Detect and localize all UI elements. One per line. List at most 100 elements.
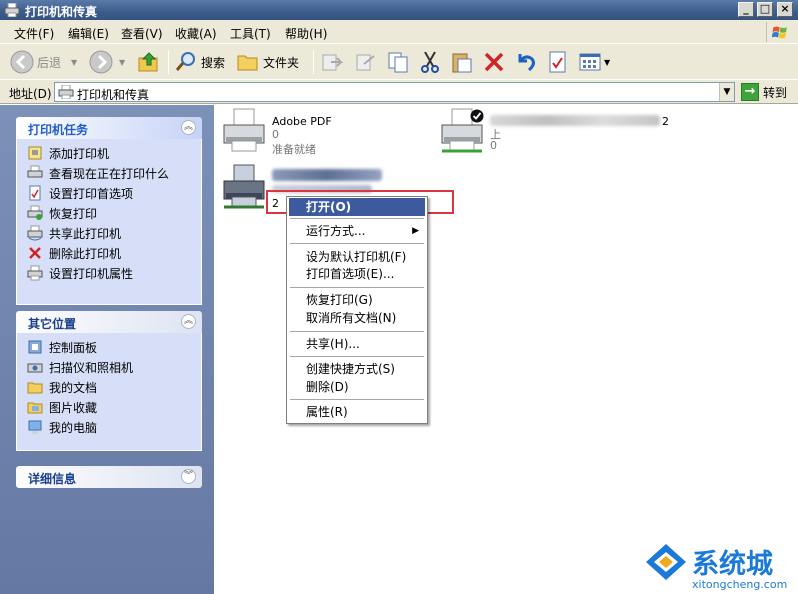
search-icon xyxy=(175,52,195,71)
my-documents-icon xyxy=(27,382,43,394)
up-folder-icon xyxy=(138,52,158,72)
watermark-brand: 系统城 xyxy=(692,549,773,580)
menu-printing-preferences[interactable]: 打印首选项(E)... xyxy=(289,265,425,283)
details-header[interactable]: 详细信息 ︾ xyxy=(16,466,202,488)
copy-to-button[interactable] xyxy=(354,48,378,76)
details-panel: 详细信息 ︾ xyxy=(16,466,202,488)
share-printer-icon xyxy=(27,225,43,241)
forward-dropdown-icon[interactable]: ▼ xyxy=(119,58,125,67)
folder-icon xyxy=(237,55,258,71)
menu-help[interactable]: 帮助(H) xyxy=(285,25,327,42)
printer-folder-icon xyxy=(58,85,74,99)
menu-favorites[interactable]: 收藏(A) xyxy=(175,25,217,42)
cut-icon xyxy=(421,51,439,73)
menu-delete[interactable]: 删除(D) xyxy=(289,378,425,396)
task-printing-preferences[interactable]: 设置打印首选项 xyxy=(17,183,201,203)
search-button[interactable]: 搜索 xyxy=(174,48,225,76)
printer-icon xyxy=(4,3,20,17)
views-button[interactable]: ▼ xyxy=(578,48,610,76)
printer-status: 准备就绪 xyxy=(272,143,316,156)
menu-resume-printing[interactable]: 恢复打印(G) xyxy=(289,291,425,309)
go-arrow-icon: → xyxy=(741,83,759,101)
delete-button[interactable] xyxy=(482,48,506,76)
other-places-header[interactable]: 其它位置 ︽ xyxy=(16,311,202,333)
my-computer-icon xyxy=(28,420,42,434)
undo-button[interactable] xyxy=(514,48,538,76)
back-dropdown-icon[interactable]: ▼ xyxy=(71,58,77,67)
cut-button[interactable] xyxy=(418,48,442,76)
control-panel-icon xyxy=(28,340,42,354)
properties-icon xyxy=(549,51,566,73)
address-label: 地址(D) xyxy=(9,87,52,101)
back-button[interactable]: 后退 ▼ xyxy=(10,48,77,76)
printer-name: Adobe PDF xyxy=(272,115,332,128)
folders-button[interactable]: 文件夹 xyxy=(236,48,299,76)
views-icon xyxy=(579,53,601,71)
menu-properties[interactable]: 属性(R) xyxy=(289,403,425,421)
place-my-documents[interactable]: 我的文档 xyxy=(17,377,201,397)
add-printer-icon xyxy=(28,146,42,160)
address-input[interactable]: 打印机和传真 ▼ xyxy=(54,82,735,102)
up-folder-button[interactable] xyxy=(137,48,161,76)
task-share-printer[interactable]: 共享此打印机 xyxy=(17,223,201,243)
menu-bar: 文件(F) 编辑(E) 查看(V) 收藏(A) 工具(T) 帮助(H) xyxy=(0,20,798,44)
copy-to-icon xyxy=(356,54,375,71)
copy-button[interactable] xyxy=(386,48,410,76)
place-control-panel[interactable]: 控制面板 xyxy=(17,337,201,357)
printer-document-count: 0 xyxy=(272,128,279,141)
title-bar: 打印机和传真 _ □ × xyxy=(0,0,798,20)
delete-icon xyxy=(29,247,41,259)
move-to-icon xyxy=(322,54,344,71)
task-delete-printer[interactable]: 删除此打印机 xyxy=(17,243,201,263)
printer-item[interactable]: 2 上 0 xyxy=(438,107,778,163)
print-preferences-icon xyxy=(29,185,41,201)
menu-set-default[interactable]: 设为默认打印机(F) xyxy=(289,248,425,266)
xitongcheng-logo-icon xyxy=(646,544,686,580)
menu-run-as[interactable]: 运行方式... ▶ xyxy=(289,222,425,240)
menu-file[interactable]: 文件(F) xyxy=(14,25,54,42)
collapse-icon[interactable]: ︽ xyxy=(181,314,196,329)
task-printer-properties[interactable]: 设置打印机属性 xyxy=(17,263,201,283)
watermark-url: xitongcheng.com xyxy=(692,578,788,591)
printer-tasks-header[interactable]: 打印机任务 ︽ xyxy=(16,117,202,139)
maximize-button[interactable]: □ xyxy=(757,2,773,17)
task-pane: 打印机任务 ︽ 添加打印机 查看现在正在打印什么 设置打印首选项 恢复打印 共享… xyxy=(0,105,214,594)
views-dropdown-icon[interactable]: ▼ xyxy=(604,58,610,67)
close-button[interactable]: × xyxy=(777,2,793,17)
address-dropdown-button[interactable]: ▼ xyxy=(719,83,734,101)
properties-button[interactable] xyxy=(546,48,570,76)
printer-item[interactable]: Adobe PDF 0 准备就绪 xyxy=(220,107,440,163)
minimize-button[interactable]: _ xyxy=(738,2,754,17)
place-my-pictures[interactable]: 图片收藏 xyxy=(17,397,201,417)
task-resume-printing[interactable]: 恢复打印 xyxy=(17,203,201,223)
task-see-printing[interactable]: 查看现在正在打印什么 xyxy=(17,163,201,183)
place-my-computer[interactable]: 我的电脑 xyxy=(17,417,201,437)
forward-button[interactable]: ▼ xyxy=(89,48,125,76)
menu-tools[interactable]: 工具(T) xyxy=(230,25,271,42)
toolbar: 后退 ▼ ▼ 搜索 文件夹 ▼ xyxy=(0,44,798,80)
my-pictures-icon xyxy=(27,402,43,414)
go-button[interactable]: → 转到 xyxy=(741,82,787,102)
menu-open[interactable]: 打开(O) xyxy=(289,198,425,216)
move-to-button[interactable] xyxy=(320,48,344,76)
printer-icon xyxy=(223,108,265,152)
forward-arrow-icon xyxy=(89,50,113,74)
context-menu: 打开(O) 运行方式... ▶ 设为默认打印机(F) 打印首选项(E)... 恢… xyxy=(286,196,428,424)
menu-create-shortcut[interactable]: 创建快捷方式(S) xyxy=(289,360,425,378)
printer-properties-icon xyxy=(27,265,43,281)
menu-view[interactable]: 查看(V) xyxy=(121,25,163,42)
resume-printing-icon xyxy=(27,205,43,220)
menu-cancel-all-documents[interactable]: 取消所有文档(N) xyxy=(289,309,425,327)
menu-sharing[interactable]: 共享(H)... xyxy=(289,335,425,353)
print-queue-icon xyxy=(27,165,43,178)
menu-edit[interactable]: 编辑(E) xyxy=(68,25,109,42)
expand-icon[interactable]: ︾ xyxy=(181,469,196,484)
collapse-icon[interactable]: ︽ xyxy=(181,120,196,135)
place-scanners-cameras[interactable]: 扫描仪和照相机 xyxy=(17,357,201,377)
undo-icon xyxy=(518,54,535,72)
watermark: 系统城 xitongcheng.com xyxy=(640,540,798,594)
paste-button[interactable] xyxy=(450,48,474,76)
printer-document-count: 0 xyxy=(490,139,497,152)
back-arrow-icon xyxy=(10,50,34,74)
task-add-printer[interactable]: 添加打印机 xyxy=(17,143,201,163)
